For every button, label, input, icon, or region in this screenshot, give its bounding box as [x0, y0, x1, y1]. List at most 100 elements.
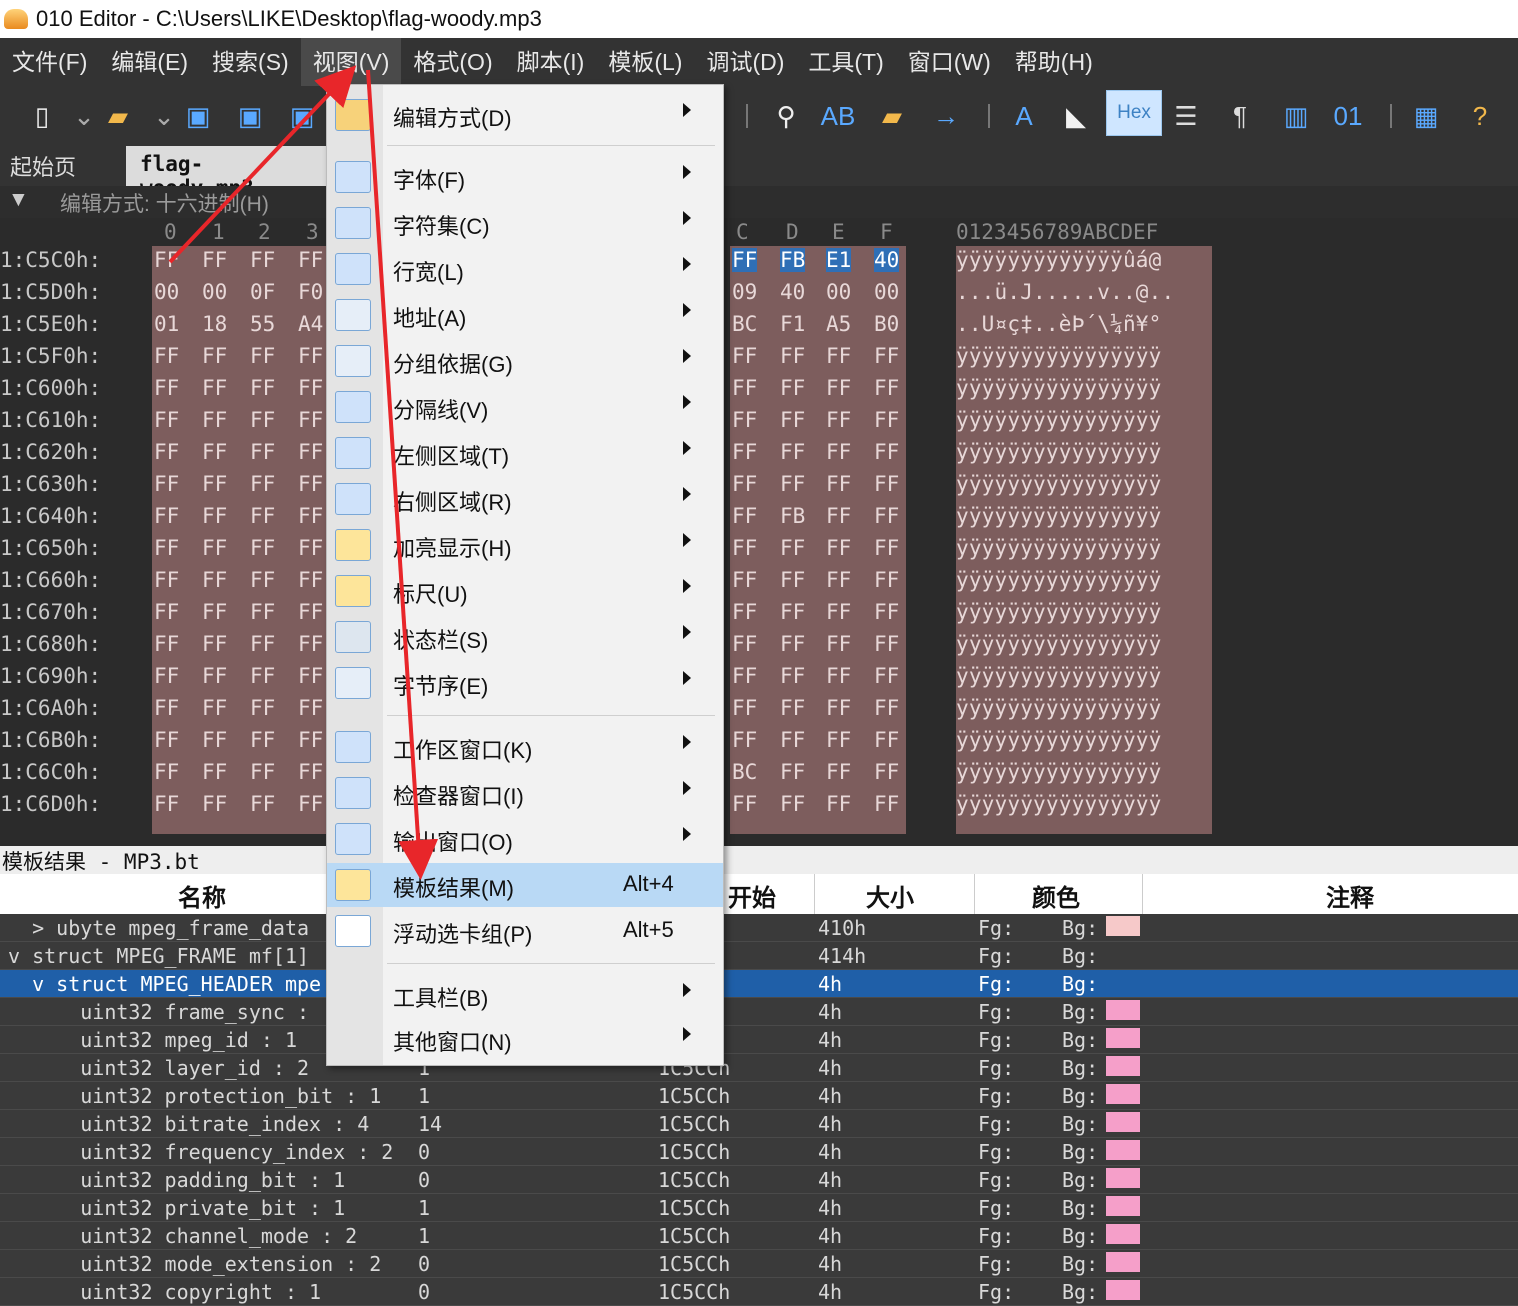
hex-byte[interactable]: FF — [154, 504, 179, 528]
hex-byte[interactable]: FF — [298, 408, 323, 432]
ascii-row[interactable]: ÿÿÿÿÿÿÿÿÿÿÿÿÿÿÿÿ — [956, 440, 1162, 464]
ascii-row[interactable]: ÿÿÿÿÿÿÿÿÿÿÿÿÿÿÿÿ — [956, 728, 1162, 752]
menu-9[interactable]: 窗口(W) — [896, 38, 1003, 86]
view-menu-item[interactable]: 标尺(U) — [327, 569, 723, 613]
help-icon[interactable]: ? — [1460, 96, 1500, 136]
hex-byte[interactable]: FF — [732, 568, 757, 592]
hex-byte[interactable]: FF — [154, 664, 179, 688]
bg-color-swatch[interactable] — [1106, 1028, 1140, 1048]
view-menu-item[interactable]: 模板结果(M) Alt+4 — [327, 863, 723, 907]
save-all-icon[interactable]: ▣ — [230, 96, 270, 136]
hex-byte[interactable]: FF — [732, 440, 757, 464]
ascii-row[interactable]: ÿÿÿÿÿÿÿÿÿÿÿÿÿÿÿÿ — [956, 696, 1162, 720]
hex-byte[interactable]: FF — [250, 696, 275, 720]
hex-byte[interactable]: FF — [732, 632, 757, 656]
hex-byte[interactable]: FF — [732, 408, 757, 432]
menu-5[interactable]: 脚本(I) — [505, 38, 597, 86]
hex-byte[interactable]: BC — [732, 312, 757, 336]
ascii-row[interactable]: ..U¤ç‡..èÞ´\¼ñ¥° — [956, 312, 1162, 336]
save-icon[interactable]: ▣ — [178, 96, 218, 136]
hex-byte[interactable]: FF — [732, 728, 757, 752]
ascii-row[interactable]: ÿÿÿÿÿÿÿÿÿÿÿÿÿÿÿÿ — [956, 632, 1162, 656]
hex-byte[interactable]: FF — [780, 472, 805, 496]
ascii-row[interactable]: ÿÿÿÿÿÿÿÿÿÿÿÿÿÿÿÿ — [956, 504, 1162, 528]
menu-7[interactable]: 调试(D) — [694, 38, 796, 86]
hex-byte[interactable]: FF — [298, 632, 323, 656]
hex-byte[interactable]: FF — [298, 568, 323, 592]
template-row[interactable]: uint32 frame_sync :h4hFg:Bg: — [0, 998, 1518, 1026]
bg-color-swatch[interactable] — [1106, 1084, 1140, 1104]
columns-icon[interactable]: ▥ — [1276, 96, 1316, 136]
hex-byte[interactable]: FF — [780, 344, 805, 368]
hex-byte[interactable]: FF — [298, 248, 323, 272]
hex-byte[interactable]: FF — [780, 728, 805, 752]
template-row[interactable]: uint32 frequency_index : 2 0 1C5CCh 4h Fg: Bg… — [0, 1138, 1518, 1166]
col-color[interactable]: 颜色 — [1032, 878, 1080, 913]
hex-mode-button[interactable]: Hex — [1106, 90, 1162, 136]
template-row[interactable]: uint32 mode_extension : 2 0 1C5CCh 4h Fg: Bg: — [0, 1250, 1518, 1278]
hex-byte[interactable]: FF — [780, 376, 805, 400]
hex-byte[interactable]: 00 — [154, 280, 179, 304]
hex-byte[interactable]: 01 — [154, 312, 179, 336]
hex-byte[interactable]: FF — [874, 632, 899, 656]
ascii-row[interactable]: ÿÿÿÿÿÿÿÿÿÿÿÿÿÿÿÿ — [956, 600, 1162, 624]
ascii-row[interactable]: ÿÿÿÿÿÿÿÿÿÿÿÿÿÿÿÿ — [956, 344, 1162, 368]
hex-byte[interactable]: FF — [732, 600, 757, 624]
hex-byte[interactable]: FF — [154, 248, 179, 272]
hex-byte[interactable]: BC — [732, 760, 757, 784]
hex-byte[interactable]: FF — [298, 760, 323, 784]
bg-color-swatch[interactable] — [1106, 1168, 1140, 1188]
hex-byte[interactable]: FF — [250, 760, 275, 784]
hex-byte[interactable]: FF — [250, 600, 275, 624]
hex-byte[interactable]: F1 — [780, 312, 805, 336]
bg-color-swatch[interactable] — [1106, 1224, 1140, 1244]
bg-color-swatch[interactable] — [1106, 1000, 1140, 1020]
hex-byte[interactable]: FF — [202, 792, 227, 816]
template-row[interactable]: uint32 channel_mode : 2 1 1C5CCh 4h Fg: Bg: — [0, 1222, 1518, 1250]
bg-color-swatch[interactable] — [1106, 1252, 1140, 1272]
hex-byte[interactable]: FF — [202, 600, 227, 624]
hex-byte[interactable]: FF — [780, 792, 805, 816]
tab-file[interactable]: flag-woody.mp3 — [126, 146, 326, 200]
hex-byte[interactable]: FF — [154, 376, 179, 400]
hex-byte[interactable]: FF — [874, 440, 899, 464]
ascii-row[interactable]: ÿÿÿÿÿÿÿÿÿÿÿÿÿÿÿÿ — [956, 792, 1162, 816]
hex-byte[interactable]: A5 — [826, 312, 851, 336]
menu-2[interactable]: 搜索(S) — [200, 38, 301, 86]
view-menu-item[interactable]: 加亮显示(H) — [327, 523, 723, 567]
hex-byte[interactable]: FF — [874, 344, 899, 368]
view-menu-item[interactable]: 浮动选卡组(P) Alt+5 — [327, 909, 723, 953]
hex-byte[interactable]: FF — [154, 696, 179, 720]
save-as-icon[interactable]: ▣ — [282, 96, 322, 136]
hex-byte[interactable]: FF — [732, 696, 757, 720]
hex-byte[interactable]: FF — [732, 376, 757, 400]
find-icon[interactable]: ⚲ — [766, 96, 806, 136]
hex-byte[interactable]: FF — [250, 344, 275, 368]
hex-byte[interactable]: FF — [250, 728, 275, 752]
bg-color-swatch[interactable] — [1106, 1280, 1140, 1300]
hex-byte[interactable]: FF — [874, 696, 899, 720]
collapse-icon[interactable]: ▼ — [8, 188, 29, 212]
hex-byte[interactable]: FF — [202, 440, 227, 464]
tab-start-page[interactable]: 起始页 — [10, 150, 76, 182]
menu-3[interactable]: 视图(V) — [300, 38, 402, 86]
byte-order-icon[interactable]: 01 — [1328, 96, 1368, 136]
hex-byte[interactable]: FF — [202, 664, 227, 688]
ascii-row[interactable]: ÿÿÿÿÿÿÿÿÿÿÿÿÿÿÿÿ — [956, 568, 1162, 592]
hex-byte[interactable]: FF — [826, 408, 851, 432]
menu-0[interactable]: 文件(F) — [0, 38, 99, 86]
hex-byte[interactable]: FB — [780, 504, 805, 528]
hex-byte[interactable]: FF — [780, 696, 805, 720]
ascii-row[interactable]: ÿÿÿÿÿÿÿÿÿÿÿÿÿÿÿÿ — [956, 472, 1162, 496]
hex-byte[interactable]: FF — [250, 568, 275, 592]
view-menu-item[interactable]: 编辑方式(D) — [327, 93, 723, 137]
hex-byte[interactable]: FF — [298, 536, 323, 560]
hex-byte[interactable]: FF — [154, 728, 179, 752]
bg-color-swatch[interactable] — [1106, 1196, 1140, 1216]
hex-byte[interactable]: FF — [154, 440, 179, 464]
template-row[interactable]: uint32 private_bit : 1 1 1C5CCh 4h Fg: Bg: — [0, 1194, 1518, 1222]
hex-byte[interactable]: FF — [826, 376, 851, 400]
ascii-row[interactable]: ÿÿÿÿÿÿÿÿÿÿÿÿÿûá@ — [956, 248, 1162, 272]
hex-byte[interactable]: FF — [826, 600, 851, 624]
open-folder-icon[interactable]: ▰ — [98, 96, 138, 136]
